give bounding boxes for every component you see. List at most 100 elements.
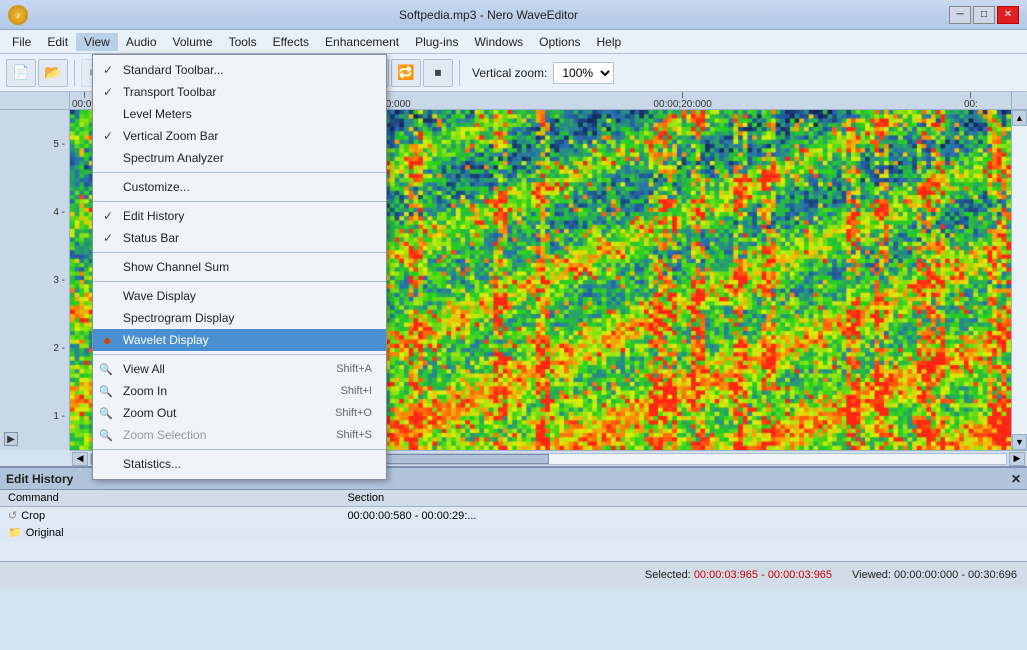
table-row: 📁Original xyxy=(0,524,1027,541)
edit-history-title: Edit History xyxy=(6,472,73,486)
separator-3 xyxy=(93,252,386,253)
scroll-track-vertical xyxy=(1012,126,1027,434)
y-label-2: 2 - xyxy=(53,343,65,354)
menu-plugins[interactable]: Plug-ins xyxy=(407,33,466,51)
menu-item-label: Statistics... xyxy=(123,457,181,471)
col-command: Command xyxy=(0,490,339,507)
menu-show-channel-sum[interactable]: Show Channel Sum xyxy=(93,256,386,278)
shortcut-label: Shift+O xyxy=(315,407,372,419)
menu-transport-toolbar[interactable]: ✓ Transport Toolbar xyxy=(93,81,386,103)
check-icon: ✓ xyxy=(103,85,113,99)
shortcut-label: Shift+S xyxy=(316,429,372,441)
ruler-corner xyxy=(0,92,70,110)
menu-wave-display[interactable]: Wave Display xyxy=(93,285,386,307)
window-title: Softpedia.mp3 - Nero WaveEditor xyxy=(28,8,949,22)
toolbar-separator-1 xyxy=(74,60,75,86)
ruler-tick-3: 00: xyxy=(964,92,978,110)
toolbar-separator-4 xyxy=(459,60,460,86)
separator-1 xyxy=(93,172,386,173)
menu-enhancement[interactable]: Enhancement xyxy=(317,33,407,51)
menu-options[interactable]: Options xyxy=(531,33,588,51)
maximize-button[interactable]: □ xyxy=(973,6,995,24)
menu-view-all[interactable]: 🔍 View All Shift+A xyxy=(93,358,386,380)
menu-zoom-out[interactable]: 🔍 Zoom Out Shift+O xyxy=(93,402,386,424)
close-button[interactable]: ✕ xyxy=(997,6,1019,24)
scroll-up-button[interactable]: ▲ xyxy=(1012,110,1027,126)
menu-vertical-zoom-bar[interactable]: ✓ Vertical Zoom Bar xyxy=(93,125,386,147)
menubar: File Edit View Audio Volume Tools Effect… xyxy=(0,30,1027,54)
menu-volume[interactable]: Volume xyxy=(165,33,221,51)
crop-icon: ↺ xyxy=(8,510,17,522)
scroll-left-button[interactable]: ◀ xyxy=(72,452,88,466)
window-controls: ─ □ ✕ xyxy=(949,6,1019,24)
y-axis: 5 - 4 - 3 - 2 - 1 - ▶ xyxy=(0,110,70,450)
menu-zoom-selection[interactable]: 🔍 Zoom Selection Shift+S xyxy=(93,424,386,446)
menu-item-label: Zoom In xyxy=(123,384,167,398)
menu-item-label: Show Channel Sum xyxy=(123,260,229,274)
history-table: Command Section ↺Crop 00:00:00:580 - 00:… xyxy=(0,490,1027,541)
menu-item-label: Spectrogram Display xyxy=(123,311,234,325)
menu-spectrogram-display[interactable]: Spectrogram Display xyxy=(93,307,386,329)
statusbar: Selected: 00:00:03:965 - 00:00:03:965 Vi… xyxy=(0,561,1027,587)
y-label-1: 1 - xyxy=(53,411,65,422)
check-icon: ✓ xyxy=(103,129,113,143)
menu-zoom-in[interactable]: 🔍 Zoom In Shift+I xyxy=(93,380,386,402)
menu-item-label: Level Meters xyxy=(123,107,192,121)
menu-item-label: Wave Display xyxy=(123,289,196,303)
menu-customize[interactable]: Customize... xyxy=(93,176,386,198)
y-label-5: 5 - xyxy=(53,139,65,150)
edit-history-close[interactable]: ✕ xyxy=(1011,472,1021,486)
menu-tools[interactable]: Tools xyxy=(221,33,265,51)
menu-file[interactable]: File xyxy=(4,33,39,51)
check-icon: ✓ xyxy=(103,209,113,223)
check-icon: ✓ xyxy=(103,63,113,77)
new-button[interactable]: 📄 xyxy=(6,59,36,87)
menu-item-label: Status Bar xyxy=(123,231,179,245)
menu-level-meters[interactable]: Level Meters xyxy=(93,103,386,125)
scroll-right-button[interactable]: ▶ xyxy=(1009,452,1025,466)
check-icon: ✓ xyxy=(103,231,113,245)
col-section: Section xyxy=(339,490,1027,507)
folder-icon: 📁 xyxy=(8,527,22,539)
menu-help[interactable]: Help xyxy=(589,33,630,51)
selected-value: 00:00:03:965 - 00:00:03:965 xyxy=(694,569,832,581)
menu-view[interactable]: View xyxy=(76,33,118,51)
separator-6 xyxy=(93,449,386,450)
y-label-4: 4 - xyxy=(53,207,65,218)
bullet-icon: ● xyxy=(103,332,111,348)
menu-audio[interactable]: Audio xyxy=(118,33,165,51)
vertical-zoom-label: Vertical zoom: xyxy=(472,66,547,80)
menu-status-bar[interactable]: ✓ Status Bar xyxy=(93,227,386,249)
y-nav-button[interactable]: ▶ xyxy=(4,432,18,446)
menu-windows[interactable]: Windows xyxy=(466,33,531,51)
menu-edit-history[interactable]: ✓ Edit History xyxy=(93,205,386,227)
menu-item-label: Zoom Selection xyxy=(123,428,206,442)
menu-statistics[interactable]: Statistics... xyxy=(93,453,386,475)
viewed-status: Viewed: 00:00:00:000 - 00:30:696 xyxy=(852,569,1017,581)
menu-standard-toolbar[interactable]: ✓ Standard Toolbar... xyxy=(93,59,386,81)
vertical-scrollbar[interactable]: ▲ ▼ xyxy=(1011,110,1027,450)
scroll-down-button[interactable]: ▼ xyxy=(1012,434,1027,450)
vertical-zoom-select[interactable]: 100% 50% 200% xyxy=(553,62,614,84)
selected-status: Selected: 00:00:03:965 - 00:00:03:965 xyxy=(645,569,832,581)
stop-button[interactable]: ⏹ xyxy=(423,59,453,87)
edit-history-panel: Edit History ✕ Command Section ↺Crop 00:… xyxy=(0,466,1027,561)
menu-item-label: Edit History xyxy=(123,209,184,223)
separator-4 xyxy=(93,281,386,282)
open-button[interactable]: 📂 xyxy=(38,59,68,87)
ruler-tick-2: 00:00;20:000 xyxy=(653,92,711,110)
table-row: ↺Crop 00:00:00:580 - 00:00:29:... xyxy=(0,507,1027,525)
history-section-1 xyxy=(339,524,1027,541)
history-command-0: ↺Crop xyxy=(0,507,339,525)
y-label-3: 3 - xyxy=(53,275,65,286)
menu-edit[interactable]: Edit xyxy=(39,33,76,51)
loop-button[interactable]: 🔁 xyxy=(391,59,421,87)
minimize-button[interactable]: ─ xyxy=(949,6,971,24)
menu-spectrum-analyzer[interactable]: Spectrum Analyzer xyxy=(93,147,386,169)
menu-item-label: Wavelet Display xyxy=(123,333,209,347)
menu-wavelet-display[interactable]: ● Wavelet Display xyxy=(93,329,386,351)
menu-effects[interactable]: Effects xyxy=(265,33,317,51)
viewed-label: Viewed: xyxy=(852,569,891,581)
view-menu-dropdown: ✓ Standard Toolbar... ✓ Transport Toolba… xyxy=(92,54,387,480)
menu-item-label: Vertical Zoom Bar xyxy=(123,129,218,143)
